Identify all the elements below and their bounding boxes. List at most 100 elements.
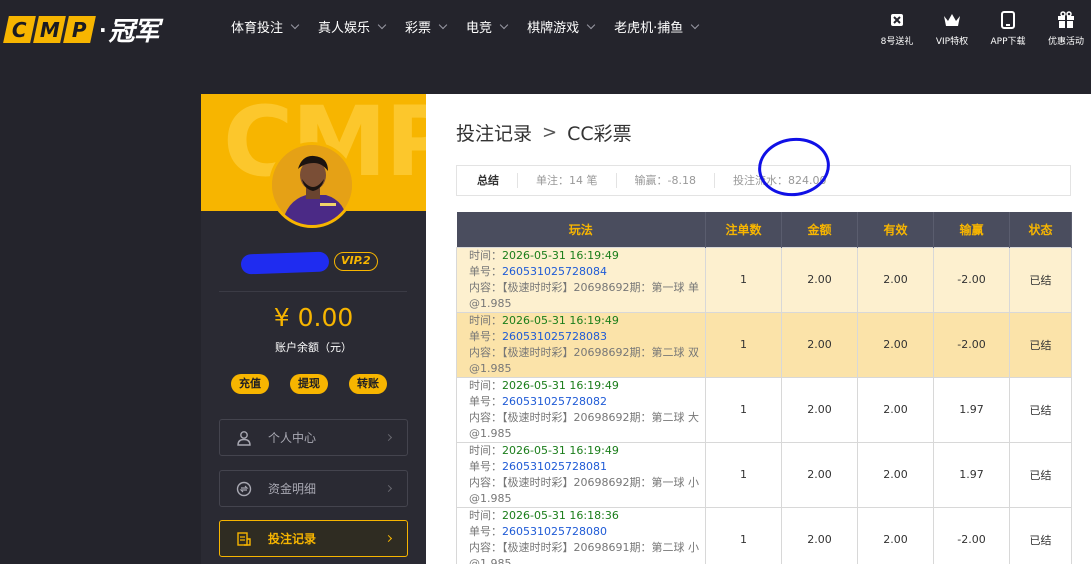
bet-info: 时间：2026-05-31 16:19:49 单号：26053102572808…: [456, 246, 706, 313]
header-winloss: 输赢: [933, 212, 1010, 247]
bet-count: 1: [705, 311, 782, 378]
table-row[interactable]: 时间：2026-05-31 16:19:49 单号：26053102572808…: [456, 376, 1072, 443]
quick-link-gift-8[interactable]: 8号送礼: [867, 9, 927, 47]
bet-valid: 2.00: [857, 246, 934, 313]
crown-icon: [922, 9, 982, 31]
bet-winloss: -2.00: [933, 246, 1010, 313]
vip-badge: VIP.2: [334, 252, 378, 271]
bet-winloss: -2.00: [933, 506, 1010, 564]
header-bets: 注单数: [705, 212, 782, 247]
withdraw-button[interactable]: 提现: [290, 374, 328, 394]
deposit-button[interactable]: 充值: [231, 374, 269, 394]
phone-icon: [978, 9, 1038, 31]
breadcrumb-parent[interactable]: 投注记录: [456, 119, 532, 146]
bet-time: 2026-05-31 16:19:49: [502, 248, 619, 262]
nav-live-casino[interactable]: 真人娱乐: [318, 17, 387, 36]
bet-amount: 2.00: [781, 311, 858, 378]
bet-info: 时间：2026-05-31 16:19:49 单号：26053102572808…: [456, 441, 706, 508]
bet-valid: 2.00: [857, 441, 934, 508]
quick-link-promotions[interactable]: 优惠活动: [1036, 9, 1091, 47]
summary-profit: 输赢：-8.18: [615, 173, 714, 188]
bet-status: 已结: [1009, 506, 1072, 564]
account-balance: ¥ 0.00: [273, 303, 354, 332]
summary-bet-count: 单注：14 笔: [517, 173, 616, 188]
table-header-row: 玩法 注单数 金额 有效 输赢 状态: [456, 212, 1072, 247]
user-icon: [220, 430, 268, 446]
bet-winloss: 1.97: [933, 441, 1010, 508]
header-status: 状态: [1009, 212, 1072, 247]
header-amount: 金额: [781, 212, 858, 247]
nav-slots-fishing[interactable]: 老虎机·捕鱼: [614, 17, 700, 36]
nav-lottery[interactable]: 彩票: [405, 17, 448, 36]
bet-winloss: 1.97: [933, 376, 1010, 443]
bet-valid: 2.00: [857, 506, 934, 564]
bet-time: 2026-05-31 16:19:49: [502, 443, 619, 457]
brand-logo[interactable]: C M P · 冠军: [3, 11, 160, 48]
nav-sports[interactable]: 体育投注: [231, 17, 300, 36]
transfer-button[interactable]: 转账: [349, 374, 387, 394]
bet-count: 1: [705, 246, 782, 313]
brand-name: 冠军: [108, 17, 160, 47]
divider: [219, 291, 407, 292]
summary-title: 总结: [477, 174, 499, 187]
quick-link-vip[interactable]: VIP特权: [922, 9, 982, 47]
bet-content: 内容：【极速时时彩】20698692期：第二球 大 @1.985: [469, 410, 699, 440]
bet-amount: 2.00: [781, 376, 858, 443]
bet-content: 内容：【极速时时彩】20698692期：第一球 单 @1.985: [469, 280, 699, 310]
menu-personal-center[interactable]: 个人中心: [219, 419, 408, 456]
bet-content: 内容：【极速时时彩】20698692期：第一球 小 @1.985: [469, 475, 699, 505]
bet-time: 2026-05-31 16:19:49: [502, 313, 619, 327]
bet-status: 已结: [1009, 246, 1072, 313]
table-row[interactable]: 时间：2026-05-31 16:19:49 单号：26053102572808…: [456, 246, 1072, 313]
order-number[interactable]: 260531025728082: [502, 395, 607, 408]
bet-content: 内容：【极速时时彩】20698692期：第二球 双 @1.985: [469, 345, 699, 375]
breadcrumb: 投注记录 > CC彩票: [456, 119, 632, 146]
record-icon: [220, 531, 268, 547]
balance-label: 账户余额（元）: [275, 341, 352, 354]
order-number[interactable]: 260531025728083: [502, 330, 607, 343]
bet-valid: 2.00: [857, 311, 934, 378]
bet-count: 1: [705, 376, 782, 443]
nav-esports[interactable]: 电竞: [466, 17, 509, 36]
chevron-down-icon: [690, 20, 700, 29]
header-play: 玩法: [456, 212, 706, 247]
chevron-down-icon: [586, 20, 596, 29]
bet-winloss: -2.00: [933, 311, 1010, 378]
bet-status: 已结: [1009, 311, 1072, 378]
gift-icon: [1036, 9, 1091, 31]
nav-card-games[interactable]: 棋牌游戏: [527, 17, 596, 36]
breadcrumb-current: CC彩票: [567, 123, 632, 145]
header-valid: 有效: [857, 212, 934, 247]
exchange-icon: [220, 481, 268, 497]
records-table: 玩法 注单数 金额 有效 输赢 状态 时间：2026-05-31 16:19:4…: [456, 212, 1072, 564]
profile-sidebar: CMP VIP.2 ¥ 0.00 账户余额（元） 充值 提现 转账 个人中心 资…: [201, 94, 426, 564]
menu-bet-records[interactable]: 投注记录: [219, 520, 408, 557]
order-number[interactable]: 260531025728081: [502, 460, 607, 473]
bet-amount: 2.00: [781, 441, 858, 508]
menu-fund-details[interactable]: 资金明细: [219, 470, 408, 507]
order-number[interactable]: 260531025728080: [502, 525, 607, 538]
table-row[interactable]: 时间：2026-05-31 16:19:49 单号：26053102572808…: [456, 311, 1072, 378]
bet-info: 时间：2026-05-31 16:19:49 单号：26053102572808…: [456, 311, 706, 378]
main-nav: 体育投注 真人娱乐 彩票 电竞 棋牌游戏 老虎机·捕鱼: [231, 17, 718, 36]
bet-content: 内容：【极速时时彩】20698691期：第二球 小 @1.985: [469, 540, 699, 564]
bet-time: 2026-05-31 16:18:36: [502, 508, 619, 522]
quick-link-app-download[interactable]: APP下载: [978, 9, 1038, 47]
chevron-down-icon: [377, 20, 387, 29]
table-row[interactable]: 时间：2026-05-31 16:18:36 单号：26053102572808…: [456, 506, 1072, 564]
bet-time: 2026-05-31 16:19:49: [502, 378, 619, 392]
bet-amount: 2.00: [781, 246, 858, 313]
breadcrumb-separator: >: [542, 122, 558, 143]
bet-count: 1: [705, 441, 782, 508]
chevron-down-icon: [438, 20, 448, 29]
bet-amount: 2.00: [781, 506, 858, 564]
order-number[interactable]: 260531025728084: [502, 265, 607, 278]
bet-status: 已结: [1009, 441, 1072, 508]
bet-count: 1: [705, 506, 782, 564]
table-row[interactable]: 时间：2026-05-31 16:19:49 单号：26053102572808…: [456, 441, 1072, 508]
bet-status: 已结: [1009, 376, 1072, 443]
gift-box-icon: [867, 9, 927, 31]
username-redacted: [240, 251, 330, 275]
chevron-right-icon: [384, 484, 393, 493]
avatar[interactable]: [269, 142, 355, 228]
